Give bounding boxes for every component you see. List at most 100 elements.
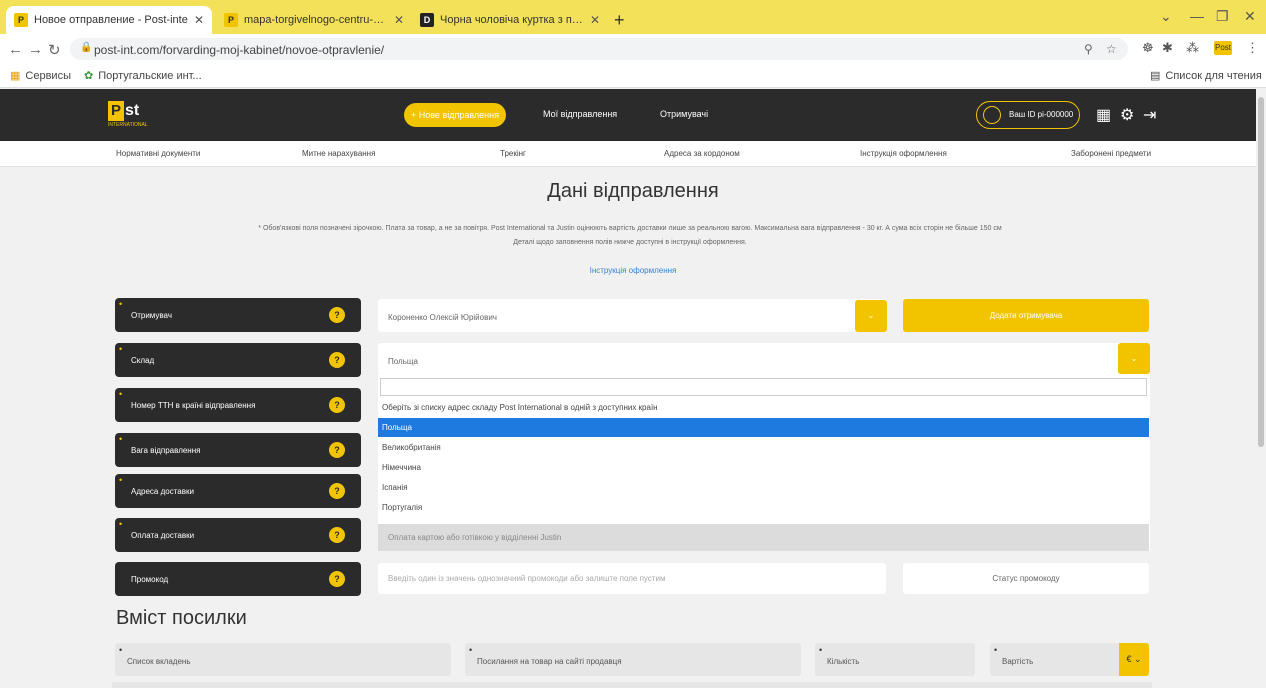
label-delivery-address: • Адреса доставки ? xyxy=(115,474,361,508)
nav-customs[interactable]: Митне нарахування xyxy=(302,149,375,158)
warehouse-select[interactable]: Польща xyxy=(378,343,1150,374)
user-id: Ваш ID pi-000000 xyxy=(1009,110,1074,119)
warehouse-dropdown: Оберіть зі списку адрес складу Post Inte… xyxy=(378,374,1150,551)
currency-select[interactable]: € ⌄ xyxy=(1119,643,1149,676)
field-label: Кількість xyxy=(827,657,860,666)
post-extension-icon[interactable]: Post xyxy=(1214,41,1232,55)
zoom-icon[interactable]: ⚲ xyxy=(1084,42,1093,56)
close-window-icon[interactable]: ✕ xyxy=(1244,8,1256,25)
help-icon[interactable]: ? xyxy=(329,442,345,458)
payment-hint: Оплата картою або готівкою у відділенні … xyxy=(378,524,1149,551)
required-marker: • xyxy=(119,434,123,444)
product-link-field[interactable]: • Посилання на товар на сайті продавця xyxy=(465,643,801,676)
price-field[interactable]: • Вартість xyxy=(990,643,1119,676)
recipient-dropdown-button[interactable]: ⌄ xyxy=(855,300,887,332)
tab-title: mapa-torgivelnogo-centru-1.pn xyxy=(244,14,388,26)
new-tab-button[interactable]: + xyxy=(614,10,625,31)
extension-icon[interactable]: ☸ xyxy=(1142,40,1154,56)
page-scrollbar[interactable] xyxy=(1256,89,1266,688)
dropdown-option[interactable]: Оберіть зі списку адрес складу Post Inte… xyxy=(378,398,1149,417)
label-text: Оплата доставки xyxy=(131,531,195,540)
scrollbar-thumb[interactable] xyxy=(1258,97,1264,447)
label-weight: • Вага відправлення ? xyxy=(115,433,361,467)
forward-icon[interactable]: → xyxy=(28,41,43,58)
dropdown-option[interactable]: Португалія xyxy=(378,498,1149,517)
globe-icon: ✿ xyxy=(84,70,94,82)
label-recipient: • Отримувач ? xyxy=(115,298,361,332)
add-recipient-button[interactable]: Додати отримувача xyxy=(903,299,1149,332)
browser-tab[interactable]: D Чорна чоловіча куртка з принтом ✕ xyxy=(412,6,608,34)
label-text: Промокод xyxy=(131,575,169,584)
new-shipment-button[interactable]: + Нове відправлення xyxy=(404,103,506,127)
extensions-icon[interactable]: ⁂ xyxy=(1186,40,1199,56)
contents-list-field[interactable]: • Список вкладень xyxy=(115,643,451,676)
nav-tracking[interactable]: Трекінг xyxy=(500,149,526,158)
bookmark-apps[interactable]: ▦ Сервисы xyxy=(10,69,71,83)
post-favicon-icon: P xyxy=(14,13,28,27)
close-tab-icon[interactable]: ✕ xyxy=(194,13,204,27)
back-icon[interactable]: ← xyxy=(8,41,23,58)
instruction-link[interactable]: Інструкція оформлення xyxy=(0,266,1266,275)
promo-status-button[interactable]: Статус промокоду xyxy=(903,563,1149,594)
maximize-icon[interactable]: ❐ xyxy=(1216,8,1229,25)
browser-tab-active[interactable]: P Новое отправление - Post-inte ✕ xyxy=(6,6,212,34)
help-icon[interactable]: ? xyxy=(329,527,345,543)
tab-search-icon[interactable]: ⌄ xyxy=(1160,8,1172,25)
sub-navigation: Нормативні документи Митне нарахування Т… xyxy=(0,141,1256,167)
help-icon[interactable]: ? xyxy=(329,483,345,499)
reading-list[interactable]: ▤ Список для чтения xyxy=(1150,69,1262,83)
reload-icon[interactable]: ↻ xyxy=(48,41,61,59)
dropdown-option[interactable]: Іспанія xyxy=(378,478,1149,497)
my-shipments-link[interactable]: Мої відправлення xyxy=(543,109,617,119)
help-icon[interactable]: ? xyxy=(329,397,345,413)
nav-instructions[interactable]: Інструкція оформлення xyxy=(860,149,947,158)
nav-address-abroad[interactable]: Адреса за кордоном xyxy=(664,149,740,158)
gear-icon[interactable]: ⚙ xyxy=(1120,105,1134,125)
dropdown-option[interactable]: Великобританія xyxy=(378,438,1149,457)
dropdown-option-selected[interactable]: Польща xyxy=(378,418,1149,437)
quantity-field[interactable]: • Кількість xyxy=(815,643,975,676)
page-title: Дані відправлення xyxy=(547,180,719,202)
required-marker: • xyxy=(994,645,998,655)
dropdown-search-input[interactable] xyxy=(380,378,1147,396)
star-icon[interactable]: ☆ xyxy=(1106,42,1117,56)
label-text: Склад xyxy=(131,356,155,365)
minimize-icon[interactable]: — xyxy=(1190,8,1204,24)
field-label: Список вкладень xyxy=(127,657,191,666)
post-favicon-icon: P xyxy=(224,13,238,27)
required-marker: • xyxy=(119,519,123,529)
field-label: Вартість xyxy=(1002,657,1034,666)
promo-input[interactable]: Введіть один із значень однозначний пром… xyxy=(378,563,886,594)
help-icon[interactable]: ? xyxy=(329,571,345,587)
recipients-link[interactable]: Отримувачі xyxy=(660,109,708,119)
required-marker: • xyxy=(119,299,123,309)
close-tab-icon[interactable]: ✕ xyxy=(394,13,404,27)
url-field[interactable]: 🔒 post-int.com/forvarding-moj-kabinet/no… xyxy=(70,38,1128,60)
browser-tab[interactable]: P mapa-torgivelnogo-centru-1.pn ✕ xyxy=(216,6,412,34)
bookmark-portuguese[interactable]: ✿ Португальские инт... xyxy=(84,69,202,83)
help-icon[interactable]: ? xyxy=(329,352,345,368)
menu-icon[interactable]: ⋮ xyxy=(1246,40,1259,56)
user-id-pill[interactable]: Ваш ID pi-000000 xyxy=(976,101,1080,129)
dropdown-option[interactable]: Німеччина xyxy=(378,458,1149,477)
apps-icon: ▦ xyxy=(10,70,21,82)
browser-tab-strip: P Новое отправление - Post-inte ✕ P mapa… xyxy=(0,0,1266,34)
bookmark-label: Португальские инт... xyxy=(98,69,202,82)
promo-placeholder: Введіть один із значень однозначний пром… xyxy=(388,574,666,583)
close-tab-icon[interactable]: ✕ xyxy=(590,13,600,27)
logo-subtitle: INTERNATIONAL xyxy=(108,122,148,128)
required-marker: • xyxy=(119,645,123,655)
nav-prohibited[interactable]: Заборонені предмети xyxy=(1071,149,1151,158)
logout-icon[interactable]: ⇥ xyxy=(1143,105,1156,125)
recipient-select[interactable]: Короненко Олексій Юрійович xyxy=(378,299,886,332)
info-text: * Обов'язкові поля позначені зірочкою. П… xyxy=(120,222,1140,250)
recipient-value: Короненко Олексій Юрійович xyxy=(388,313,497,322)
site-logo[interactable]: P st INTERNATIONAL xyxy=(108,101,148,129)
puzzle-icon[interactable]: ✱ xyxy=(1162,40,1173,56)
nav-normative-docs[interactable]: Нормативні документи xyxy=(116,149,200,158)
help-icon[interactable]: ? xyxy=(329,307,345,323)
warehouse-dropdown-button[interactable]: ⌄ xyxy=(1118,343,1150,374)
next-row-fields xyxy=(112,682,1152,688)
info-line-2: Деталі щодо заповнення полів нижче досту… xyxy=(513,239,747,246)
calculator-icon[interactable]: ▦ xyxy=(1096,105,1111,125)
